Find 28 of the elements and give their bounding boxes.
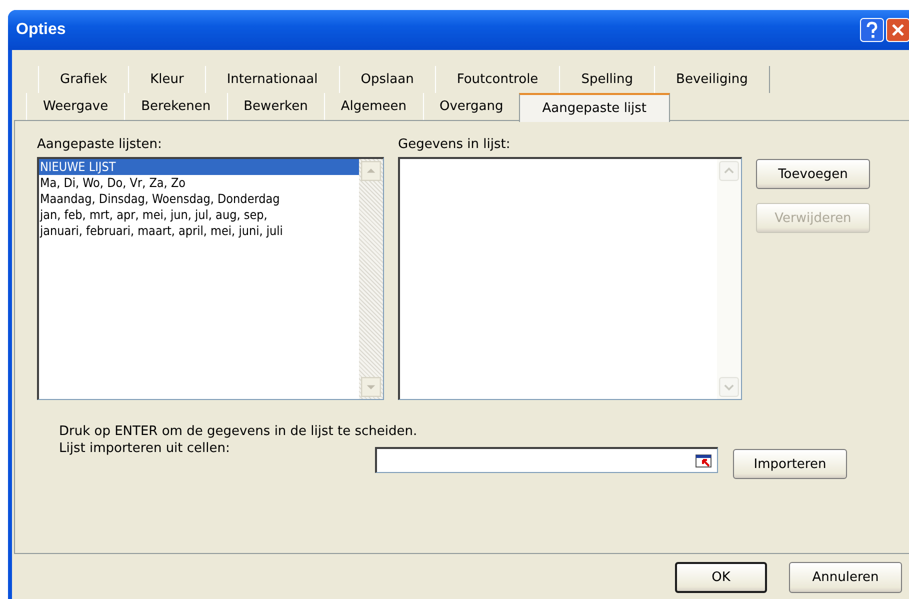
field-label: Gegevens in lijst: [398, 137, 512, 154]
list-item[interactable]: Maandag, Dinsdag, Woensdag, Donderdag [39, 191, 359, 207]
scrollbar[interactable] [359, 159, 383, 399]
tab[interactable]: Beveiliging [654, 66, 770, 93]
import-button[interactable]: Importeren [733, 449, 847, 479]
help-icon[interactable] [860, 18, 884, 42]
range-picker-icon[interactable] [695, 452, 713, 468]
hint-text: Druk op ENTER om de gegevens in de lijst te scheiden. [59, 424, 418, 439]
tab[interactable]: Aangepaste lijst [519, 93, 670, 122]
dialog-button[interactable]: Annuleren [789, 562, 902, 593]
window-title: Opties [16, 21, 66, 39]
dialog-button[interactable]: Toevoegen [756, 159, 870, 189]
scroll-up-icon[interactable] [361, 161, 381, 181]
scroll-up-icon[interactable] [719, 161, 739, 181]
scroll-down-icon[interactable] [361, 377, 381, 397]
dialog-button[interactable]: OK [675, 562, 767, 593]
list-item[interactable]: Ma, Di, Wo, Do, Vr, Za, Zo [39, 175, 359, 191]
list-item[interactable]: jan, feb, mrt, apr, mei, jun, jul, aug, sep, [39, 207, 359, 223]
list-entries-box[interactable] [398, 157, 742, 400]
range-input-field[interactable] [375, 447, 718, 473]
field-label: Aangepaste lijsten: [37, 137, 163, 154]
scrollbar[interactable] [717, 159, 741, 399]
field-label: Lijst importeren uit cellen: [58, 441, 231, 456]
custom-lists-listbox[interactable]: NIEUWE LIJST Ma, Di, Wo, Do, Vr, Za, Zo Maandag, Dinsdag, Woensdag, Donderdag jan, feb, mrt, apr, mei, jun, jul, aug, sep, januari, februari, maart, april, mei, juni, juli [37, 157, 384, 400]
list-item[interactable]: NIEUWE LIJST [39, 159, 359, 175]
list-item[interactable]: januari, februari, maart, april, mei, juni, juli [39, 223, 359, 239]
close-icon[interactable] [886, 18, 909, 42]
scroll-down-icon[interactable] [719, 377, 739, 397]
